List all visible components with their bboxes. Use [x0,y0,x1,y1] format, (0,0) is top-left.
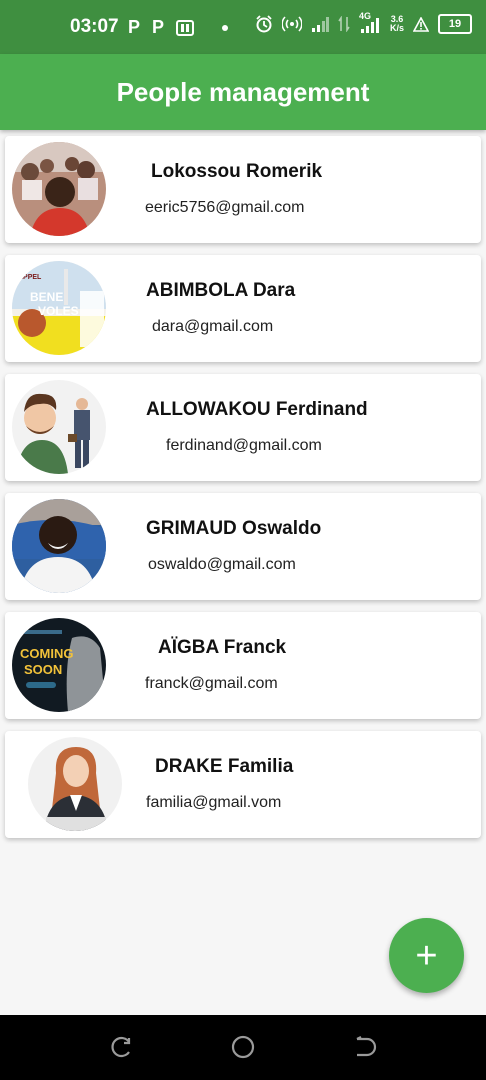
app-bar: People management [0,54,486,130]
back-icon[interactable] [353,1035,377,1059]
plus-icon: + [415,934,438,977]
coming-soon-text-2: SOON [24,662,62,677]
warning-icon [413,16,429,32]
hotspot-icon [281,16,302,32]
system-navigation-bar [0,1015,486,1080]
person-card[interactable]: Lokossou Romerik eeric5756@gmail.com [5,136,481,243]
person-name: ALLOWAKOU Ferdinand [146,399,368,420]
system-icons: 4G 3.6 K/s 19 [255,12,472,34]
person-card[interactable]: COMING SOON AÏGBA Franck franck@gmail.co… [5,612,481,719]
poster-text-2: BENE [30,290,63,304]
status-time: 03:07 [70,16,119,37]
page-title: People management [116,76,370,107]
data-transfer-icon [338,16,350,32]
person-card[interactable]: GRIMAUD Oswaldo oswaldo@gmail.com [5,493,481,600]
avatar [12,499,106,593]
coming-soon-text-1: COMING [20,646,73,661]
network-speed: 3.6 K/s [390,15,404,33]
person-card[interactable]: DRAKE Familia familia@gmail.vom [5,731,481,838]
person-name: DRAKE Familia [155,756,294,777]
alarm-icon [256,15,272,33]
person-email: dara@gmail.com [152,318,274,335]
status-bar: 03:07 P P 4G 3.6 K/s 19 [0,0,486,54]
add-person-button[interactable]: + [389,918,464,993]
network-4g-icon: 4G [359,12,381,34]
person-email: eeric5756@gmail.com [145,199,305,216]
person-name: AÏGBA Franck [158,637,287,658]
recent-apps-icon[interactable] [109,1035,133,1059]
app-notification-icon [176,19,195,36]
person-card[interactable]: ALLOWAKOU Ferdinand ferdinand@gmail.com [5,374,481,481]
poster-text-3: VOLES [38,304,79,318]
p-notification-icon: P [152,17,165,37]
avatar [28,737,122,831]
avatar [12,380,106,474]
p-notification-icon: P [128,17,141,37]
notification-icons: P P [128,17,229,38]
poster-text-1: APPEL [18,274,42,281]
person-card[interactable]: APPEL BENE VOLES ABIMBOLA Dara dara@gmai… [5,255,481,362]
person-email: familia@gmail.vom [146,794,282,811]
people-list: Lokossou Romerik eeric5756@gmail.com APP… [5,136,481,850]
signal-icon [311,17,329,32]
more-notifications-dot [222,24,229,31]
avatar: COMING SOON [12,618,106,712]
network-speed-unit: K/s [389,23,404,33]
avatar [12,142,106,236]
person-email: ferdinand@gmail.com [166,437,322,454]
avatar: APPEL BENE VOLES [12,261,106,355]
person-name: ABIMBOLA Dara [146,280,296,301]
person-name: GRIMAUD Oswaldo [146,518,322,539]
battery-indicator: 19 [438,14,472,34]
person-email: franck@gmail.com [145,675,278,692]
person-name: Lokossou Romerik [151,161,323,182]
person-email: oswaldo@gmail.com [148,556,296,573]
home-icon[interactable] [231,1035,255,1059]
